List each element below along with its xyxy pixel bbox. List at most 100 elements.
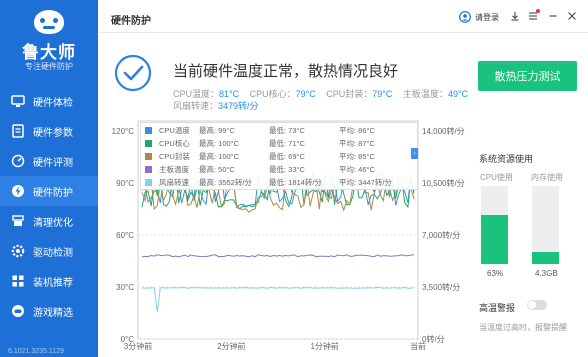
cpu-temp-label: CPU温度： xyxy=(173,89,220,99)
app-version: 6.1021.3235.1129 xyxy=(8,348,64,355)
y-left-tick-label: 90°C xyxy=(116,179,134,188)
y-left-tick-label: 120°C xyxy=(112,127,135,136)
cpu-core-label: CPU核心： xyxy=(249,89,296,99)
y-left-tick-label: 60°C xyxy=(116,231,134,240)
download-icon xyxy=(511,12,519,21)
legend-row: CPU核心 最高: 100°C 最低: 71°C 平均: 87°C xyxy=(145,138,399,149)
legend-name: CPU温度 xyxy=(159,126,190,135)
header-divider xyxy=(98,32,588,33)
legend-row: CPU温度 最高: 99°C 最低: 73°C 平均: 86°C xyxy=(145,125,399,136)
y-right-tick-label: 7,000转/分 xyxy=(422,230,460,240)
login-label: 请登录 xyxy=(475,12,499,22)
board-temp-value: 49°C xyxy=(447,89,469,99)
high-temp-alarm-title: 高温警报 xyxy=(479,303,516,313)
fan-speed-label: 风扇转速： xyxy=(173,101,219,111)
user-icon xyxy=(459,11,471,23)
sidebar-item-label: 硬件评测 xyxy=(33,157,73,169)
sidebar-item-build-recommend[interactable]: 装机推荐 xyxy=(0,266,98,296)
sidebar-item-label: 驱动检测 xyxy=(33,247,73,259)
chart-legend: CPU温度 最高: 99°C 最低: 73°C 平均: 86°C CPU核心 最… xyxy=(140,122,418,190)
sidebar-item-games[interactable]: 游戏精选 xyxy=(0,296,98,326)
login-button[interactable]: 请登录 xyxy=(459,11,499,23)
cpu-pkg-value: 79°C xyxy=(372,89,393,99)
legend-swatch xyxy=(145,179,152,186)
sidebar-item-label: 清理优化 xyxy=(33,217,73,229)
high-temp-alarm-desc: 当温度过高时，报警提醒 xyxy=(479,323,567,332)
legend-name: 风扇转速 xyxy=(159,178,189,187)
gamepad-icon xyxy=(11,304,25,318)
legend-swatch xyxy=(145,166,152,173)
download-button[interactable] xyxy=(509,10,521,22)
mem-usage-fill xyxy=(532,251,559,264)
legend-min: 最低: 1814转/分 xyxy=(269,178,322,187)
mem-usage-value: 4.3GB xyxy=(535,269,558,278)
logo-mascot-icon xyxy=(34,10,64,34)
cpu-usage-label: CPU使用 xyxy=(480,173,513,182)
legend-swatch xyxy=(145,127,152,134)
legend-row: 主板温度 最高: 50°C 最低: 33°C 平均: 46°C xyxy=(145,164,399,175)
monitor-icon xyxy=(11,94,25,108)
notification-dot xyxy=(536,9,540,13)
y-left-tick-label: 30°C xyxy=(116,283,134,292)
app-logo: 鲁大师 专注硬件防护 xyxy=(0,0,98,82)
legend-min: 最低: 73°C xyxy=(269,126,305,135)
x-tick-label: 3分钟前 xyxy=(124,341,152,351)
legend-max: 最高: 50°C xyxy=(199,165,235,174)
legend-name: CPU封装 xyxy=(159,152,190,161)
legend-min: 最低: 33°C xyxy=(269,165,305,174)
sidebar-item-label: 游戏精选 xyxy=(33,307,73,319)
y-right-tick-label: 14,000转/分 xyxy=(422,126,465,136)
check-circle-icon xyxy=(114,54,152,92)
status-fan: 风扇转速：3479转/分 xyxy=(173,99,259,112)
status-title: 当前硬件温度正常，散热情况良好 xyxy=(173,63,399,80)
legend-max: 最高: 99°C xyxy=(199,126,235,135)
legend-min: 最低: 69°C xyxy=(269,152,305,161)
page-title: 硬件防护 xyxy=(111,16,151,27)
stress-test-button[interactable]: 散热压力测试 xyxy=(478,61,577,91)
close-button[interactable] xyxy=(566,10,578,22)
y-right-tick-label: 10,500转/分 xyxy=(422,178,465,188)
mem-usage-label: 内存使用 xyxy=(531,173,563,182)
cpu-usage-fill xyxy=(481,214,508,264)
chart-expand-handle[interactable]: › xyxy=(411,148,418,159)
minimize-button[interactable] xyxy=(547,10,559,22)
cpu-pkg-label: CPU封装： xyxy=(326,89,373,99)
legend-avg: 平均: 46°C xyxy=(339,165,375,174)
sidebar-item-cleanup[interactable]: 清理优化 xyxy=(0,206,98,236)
x-tick-label: 2分钟前 xyxy=(217,341,245,351)
cpu-usage-value: 63% xyxy=(487,269,504,278)
legend-swatch xyxy=(145,140,152,147)
legend-row: CPU封装 最高: 100°C 最低: 69°C 平均: 85°C xyxy=(145,151,399,162)
app-name: 鲁大师 xyxy=(22,43,76,62)
grid-icon xyxy=(11,274,25,288)
legend-avg: 平均: 85°C xyxy=(339,152,375,161)
high-temp-alarm-toggle[interactable] xyxy=(527,300,547,310)
x-tick-label: 当前 xyxy=(410,341,426,351)
sidebar-item-label: 装机推荐 xyxy=(33,277,73,289)
legend-name: 主板温度 xyxy=(159,165,189,174)
gauge-icon xyxy=(11,154,25,168)
legend-max: 最高: 100°C xyxy=(199,139,240,148)
app-slogan: 专注硬件防护 xyxy=(25,62,73,71)
y-right-tick-label: 3,500转/分 xyxy=(422,282,460,292)
menu-button[interactable] xyxy=(527,9,540,22)
cpu-temp-value: 81°C xyxy=(219,89,240,99)
sidebar-item-hardware-check[interactable]: 硬件体检 xyxy=(0,86,98,116)
sidebar-item-hardware-params[interactable]: 硬件参数 xyxy=(0,116,98,146)
sidebar-item-benchmark[interactable]: 硬件评测 xyxy=(0,146,98,176)
cpu-usage-bar xyxy=(481,186,508,264)
close-icon xyxy=(568,12,576,20)
sidebar-item-hardware-protection[interactable]: 硬件防护 xyxy=(0,176,98,206)
legend-avg: 平均: 3447转/分 xyxy=(339,178,392,187)
list-icon xyxy=(11,124,25,138)
fan-speed-value: 3479转/分 xyxy=(218,101,259,111)
legend-avg: 平均: 86°C xyxy=(339,126,375,135)
board-temp-label: 主板温度： xyxy=(402,89,448,99)
sidebar-item-label: 硬件参数 xyxy=(33,127,73,139)
legend-name: CPU核心 xyxy=(159,139,190,148)
sidebar-item-label: 硬件防护 xyxy=(33,187,73,199)
sidebar-item-driver-check[interactable]: 驱动检测 xyxy=(0,236,98,266)
cpu-core-value: 79°C xyxy=(295,89,316,99)
legend-max: 最高: 100°C xyxy=(199,152,240,161)
broom-icon xyxy=(11,214,25,228)
